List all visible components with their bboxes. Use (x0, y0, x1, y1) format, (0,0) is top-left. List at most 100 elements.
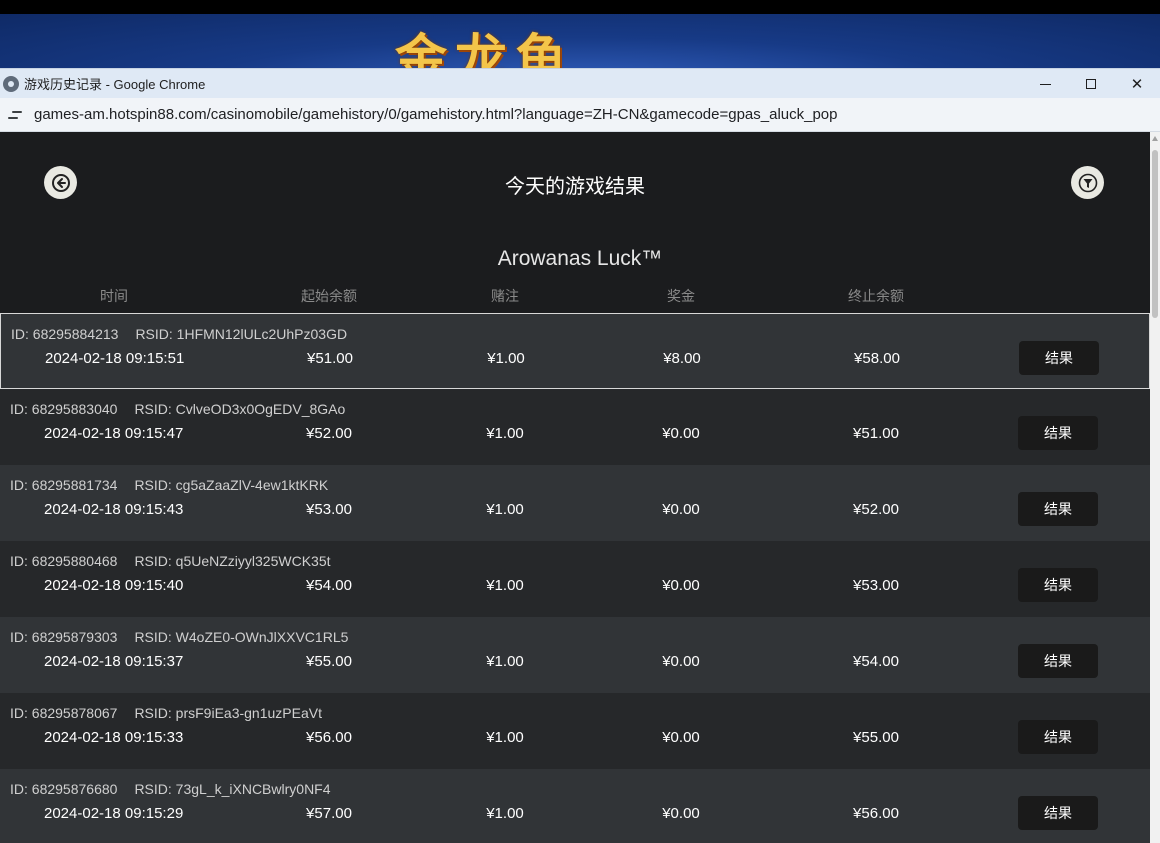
round-id: 68295884213 (32, 326, 119, 342)
filter-button[interactable] (1071, 166, 1104, 199)
game-history-page: 今天的游戏结果 Arowanas Luck™ 时间 起始余额 赌注 奖金 终止余… (0, 132, 1150, 843)
address-bar[interactable]: games-am.hotspin88.com/casinomobile/game… (0, 98, 1160, 132)
result-button[interactable]: 结果 (1018, 720, 1098, 754)
history-row[interactable]: ID: 68295884213 RSID: 1HFMN12lULc2UhPz03G… (0, 313, 1150, 389)
row-end-balance: ¥54.00 (853, 653, 899, 670)
column-header-win: 奖金 (667, 288, 695, 304)
column-header-start-balance: 起始余额 (301, 288, 357, 304)
round-id: 68295881734 (31, 477, 118, 493)
vertical-scrollbar[interactable] (1150, 132, 1160, 843)
history-row[interactable]: ID: 68295881734 RSID: cg5aZaaZlV-4ew1ktKR… (0, 465, 1150, 541)
history-row[interactable]: ID: 68295876680 RSID: 73gL_k_iXNCBwlry0NF… (0, 769, 1150, 843)
row-win: ¥0.00 (662, 729, 700, 746)
url-text[interactable]: games-am.hotspin88.com/casinomobile/game… (34, 106, 838, 123)
row-bet: ¥1.00 (486, 501, 524, 518)
row-ids: ID: 68295876680 RSID: 73gL_k_iXNCBwlry0NF… (10, 781, 331, 797)
row-start-balance: ¥51.00 (307, 350, 353, 367)
round-id: 68295883040 (31, 401, 118, 417)
row-ids: ID: 68295879303 RSID: W4oZE0-OWnJlXXVC1RL… (10, 629, 349, 645)
row-end-balance: ¥52.00 (853, 501, 899, 518)
row-win: ¥0.00 (662, 653, 700, 670)
row-ids: ID: 68295880468 RSID: q5UeNZziyyl325WCK35… (10, 553, 331, 569)
column-header-end-balance: 终止余额 (848, 288, 904, 304)
round-id: 68295879303 (31, 629, 118, 645)
row-start-balance: ¥57.00 (306, 805, 352, 822)
row-start-balance: ¥55.00 (306, 653, 352, 670)
game-banner: 金龙鱼 (0, 14, 1160, 68)
row-win: ¥0.00 (662, 805, 700, 822)
row-win: ¥0.00 (662, 425, 700, 442)
rsid: CvlveOD3x0OgEDV_8GAo (175, 401, 346, 417)
row-bet: ¥1.00 (486, 425, 524, 442)
row-end-balance: ¥56.00 (853, 805, 899, 822)
row-win: ¥8.00 (663, 350, 701, 367)
row-bet: ¥1.00 (486, 805, 524, 822)
row-ids: ID: 68295881734 RSID: cg5aZaaZlV-4ew1ktKR… (10, 477, 329, 493)
close-icon: ✕ (1130, 76, 1144, 93)
row-time: 2024-02-18 09:15:33 (44, 729, 184, 746)
rsid: q5UeNZziyyl325WCK35t (175, 553, 331, 569)
app-icon (3, 75, 19, 92)
result-button[interactable]: 结果 (1019, 341, 1099, 375)
history-list: ID: 68295884213 RSID: 1HFMN12lULc2UhPz03G… (0, 313, 1150, 843)
round-id: 68295880468 (31, 553, 118, 569)
game-name: Arowanas Luck™ (497, 247, 663, 270)
row-win: ¥0.00 (662, 577, 700, 594)
row-win: ¥0.00 (662, 501, 700, 518)
rsid: 1HFMN12lULc2UhPz03GD (176, 326, 348, 342)
maximize-button[interactable] (1068, 69, 1114, 99)
row-time: 2024-02-18 09:15:43 (44, 501, 184, 518)
history-row[interactable]: ID: 68295880468 RSID: q5UeNZziyyl325WCK35… (0, 541, 1150, 617)
page-title: 今天的游戏结果 (505, 176, 645, 198)
row-bet: ¥1.00 (486, 729, 524, 746)
scroll-up-icon[interactable] (1152, 136, 1158, 141)
result-button[interactable]: 结果 (1018, 568, 1098, 602)
row-ids: ID: 68295883040 RSID: CvlveOD3x0OgEDV_8GA… (10, 401, 346, 417)
round-id: 68295876680 (31, 781, 118, 797)
banner-logo: 金龙鱼 (395, 29, 576, 69)
window-controls: ✕ (1022, 69, 1160, 99)
row-ids: ID: 68295884213 RSID: 1HFMN12lULc2UhPz03G… (11, 326, 348, 342)
row-start-balance: ¥56.00 (306, 729, 352, 746)
row-time: 2024-02-18 09:15:29 (44, 805, 184, 822)
row-time: 2024-02-18 09:15:51 (45, 350, 185, 367)
result-button[interactable]: 结果 (1018, 416, 1098, 450)
row-time: 2024-02-18 09:15:40 (44, 577, 184, 594)
row-bet: ¥1.00 (487, 350, 525, 367)
history-row[interactable]: ID: 68295879303 RSID: W4oZE0-OWnJlXXVC1RL… (0, 617, 1150, 693)
round-id: 68295878067 (31, 705, 118, 721)
row-start-balance: ¥52.00 (306, 425, 352, 442)
row-start-balance: ¥54.00 (306, 577, 352, 594)
minimize-icon (1039, 83, 1051, 85)
rsid: prsF9iEa3-gn1uzPEaVt (175, 705, 322, 721)
window-title: 游戏历史记录 - Google Chrome (24, 77, 206, 92)
filter-icon (1078, 173, 1097, 192)
row-end-balance: ¥51.00 (853, 425, 899, 442)
column-header-time: 时间 (100, 288, 128, 304)
close-button[interactable]: ✕ (1114, 69, 1160, 99)
history-row[interactable]: ID: 68295878067 RSID: prsF9iEa3-gn1uzPEaV… (0, 693, 1150, 769)
rsid: cg5aZaaZlV-4ew1ktKRK (175, 477, 329, 493)
column-header-bet: 赌注 (491, 288, 519, 304)
row-time: 2024-02-18 09:15:37 (44, 653, 184, 670)
row-end-balance: ¥53.00 (853, 577, 899, 594)
row-ids: ID: 68295878067 RSID: prsF9iEa3-gn1uzPEaV… (10, 705, 322, 721)
site-settings-icon[interactable] (8, 109, 22, 121)
row-start-balance: ¥53.00 (306, 501, 352, 518)
row-bet: ¥1.00 (486, 653, 524, 670)
window-titlebar[interactable]: 游戏历史记录 - Google Chrome ✕ (0, 68, 1160, 98)
result-button[interactable]: 结果 (1018, 492, 1098, 526)
row-end-balance: ¥58.00 (854, 350, 900, 367)
background-window: 金龙鱼 (0, 0, 1160, 68)
maximize-icon (1086, 79, 1096, 89)
rsid: 73gL_k_iXNCBwlry0NF4 (175, 781, 331, 797)
result-button[interactable]: 结果 (1018, 644, 1098, 678)
row-time: 2024-02-18 09:15:47 (44, 425, 184, 442)
scrollbar-thumb[interactable] (1152, 150, 1158, 318)
minimize-button[interactable] (1022, 69, 1068, 99)
rsid: W4oZE0-OWnJlXXVC1RL5 (175, 629, 349, 645)
row-end-balance: ¥55.00 (853, 729, 899, 746)
result-button[interactable]: 结果 (1018, 796, 1098, 830)
history-row[interactable]: ID: 68295883040 RSID: CvlveOD3x0OgEDV_8GA… (0, 389, 1150, 465)
row-bet: ¥1.00 (486, 577, 524, 594)
